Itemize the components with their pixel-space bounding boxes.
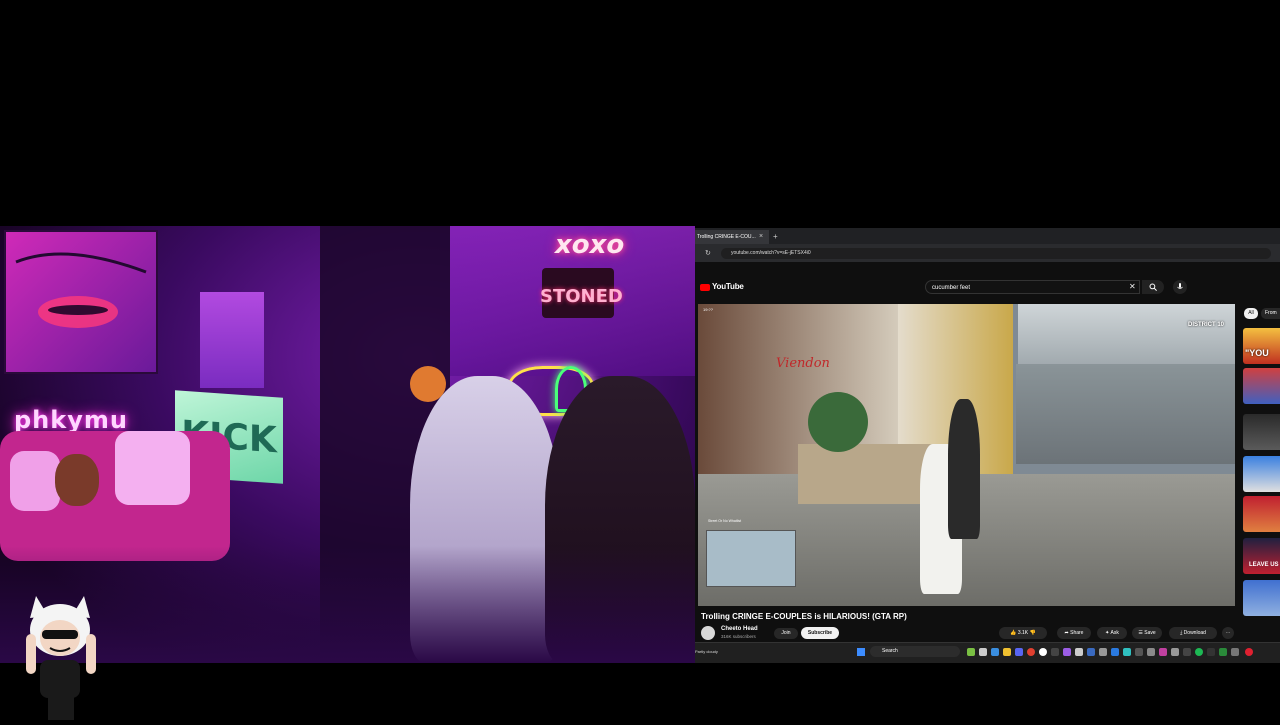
taskbar-app-icon[interactable] — [1207, 648, 1215, 656]
new-tab-button[interactable]: + — [773, 230, 778, 244]
taskbar-app-icon[interactable] — [967, 648, 975, 656]
tab-close-icon[interactable]: × — [759, 230, 763, 244]
screen-share: Trolling CRINGE E-COU... × + ↻ youtube.c… — [695, 228, 1280, 663]
taskbar-app-icon[interactable] — [1111, 648, 1119, 656]
chrome-icon[interactable] — [1027, 648, 1035, 656]
channel-avatar[interactable] — [701, 626, 715, 640]
like-dislike-control[interactable]: 👍 3.1K 👎 — [999, 627, 1047, 639]
video-district-label: DISTRICT 10 — [1188, 322, 1225, 328]
taskbar-app-icon[interactable] — [1231, 648, 1239, 656]
recommended-thumbnail[interactable]: "YOU — [1243, 328, 1280, 364]
neon-sign-stoned: STONED — [540, 286, 623, 307]
search-icon — [1149, 283, 1157, 291]
taskbar-app-icon[interactable] — [1075, 648, 1083, 656]
wall-canvas — [200, 292, 264, 388]
share-label: Share — [1070, 630, 1084, 636]
lips-mural — [15, 252, 147, 328]
video-title: Trolling CRINGE E-COUPLES is HILARIOUS! … — [701, 612, 907, 621]
taskbar-app-icon[interactable] — [1099, 648, 1107, 656]
neon-sign-phkymu: phkymu — [14, 406, 128, 434]
subscribe-button[interactable]: Subscribe — [801, 627, 839, 639]
taskbar-app-icon[interactable] — [991, 648, 999, 656]
join-button[interactable]: Join — [774, 628, 798, 639]
wall-art-lips — [4, 230, 158, 374]
ask-button[interactable]: ✦ Ask — [1097, 627, 1127, 639]
video-store-sign: Viendon — [776, 356, 830, 371]
pillow — [10, 451, 60, 511]
address-bar[interactable]: youtube.com/watch?v=sE-jETSX4i0 — [721, 248, 1271, 259]
recommended-thumbnail[interactable] — [1243, 414, 1280, 450]
weather-widget[interactable]: Partly cloudy — [695, 649, 718, 654]
steam-icon[interactable] — [1087, 648, 1095, 656]
video-minimap — [706, 530, 796, 587]
chip-all[interactable]: All — [1244, 308, 1258, 319]
video-character-woman — [948, 399, 980, 539]
avatar-illustration — [26, 596, 96, 720]
taskbar-app-icon[interactable] — [1147, 648, 1155, 656]
microphone-icon — [1177, 283, 1183, 289]
discord-icon[interactable] — [1015, 648, 1023, 656]
taskbar-search[interactable]: Search — [870, 646, 960, 657]
download-label: Download — [1183, 630, 1206, 636]
microphone-button[interactable] — [1173, 280, 1187, 294]
taskbar-app-icon[interactable] — [1039, 648, 1047, 656]
video-player[interactable]: Viendon DISTRICT 10 19:?? Street Or No W… — [698, 304, 1235, 606]
save-label: Save — [1144, 630, 1156, 636]
search-input[interactable]: cucumber feet — [925, 280, 1140, 294]
task-view-icon[interactable] — [979, 648, 987, 656]
refresh-icon[interactable]: ↻ — [705, 248, 711, 259]
video-time-label: 19:?? — [703, 307, 714, 312]
spotify-icon[interactable] — [1195, 648, 1203, 656]
taskbar-app-icon[interactable] — [1123, 648, 1131, 656]
download-icon: ⤓ — [1180, 630, 1183, 636]
recommended-thumbnail[interactable]: LEAVE US — [1243, 538, 1280, 574]
download-button[interactable]: ⤓ Download — [1169, 627, 1217, 639]
ask-label: Ask — [1110, 630, 1119, 636]
recommended-thumbnail[interactable] — [1243, 496, 1280, 532]
chip-from[interactable]: From — [1261, 308, 1280, 319]
youtube-logo-text[interactable]: YouTube — [712, 282, 744, 291]
teddy-bear — [55, 454, 99, 506]
taskbar-app-icon[interactable] — [1135, 648, 1143, 656]
neon-sign-xoxo: xoxo — [555, 230, 625, 260]
sparkle-icon: ✦ — [1105, 630, 1110, 636]
thumbnail-text: LEAVE US — [1249, 562, 1279, 568]
recommended-thumbnail[interactable] — [1243, 580, 1280, 616]
search-button[interactable] — [1142, 280, 1164, 294]
taskbar-app-icon[interactable] — [1051, 648, 1059, 656]
minimap-label: Street Or No Whatlist — [708, 519, 742, 523]
recommended-thumbnail[interactable] — [1243, 368, 1280, 404]
taskbar-app-icon[interactable] — [1159, 648, 1167, 656]
share-button[interactable]: ➦ Share — [1057, 627, 1091, 639]
clear-search-icon[interactable]: ✕ — [1129, 280, 1136, 294]
taskbar-app-icon[interactable] — [1183, 648, 1191, 656]
more-actions-button[interactable]: ⋯ — [1222, 627, 1234, 639]
subscriber-count: 316K subscribers — [721, 634, 756, 639]
thumbnail-text: "YOU — [1245, 348, 1269, 358]
thumbs-down-icon[interactable]: 👎 — [1030, 630, 1036, 636]
thumbs-up-icon[interactable]: 👍 — [1010, 630, 1016, 636]
video-plant — [808, 392, 868, 452]
file-explorer-icon[interactable] — [1003, 648, 1011, 656]
save-playlist-icon: ☰ — [1138, 630, 1143, 636]
browser-tab[interactable]: Trolling CRINGE E-COU... — [695, 230, 769, 244]
taskbar-app-icon[interactable] — [1171, 648, 1179, 656]
recommended-thumbnail[interactable] — [1243, 456, 1280, 492]
channel-name[interactable]: Cheeto Head — [721, 626, 758, 632]
like-count: 3.1K — [1017, 630, 1029, 636]
obs-record-icon[interactable] — [1245, 648, 1253, 656]
taskbar-app-icon[interactable] — [1219, 648, 1227, 656]
taskbar-app-icon[interactable] — [1063, 648, 1071, 656]
windows-start-icon[interactable] — [857, 648, 865, 656]
share-icon: ➦ — [1064, 630, 1069, 636]
youtube-logo-icon[interactable] — [700, 284, 710, 291]
video-distant-city — [1016, 364, 1235, 464]
windows-taskbar — [695, 642, 1280, 663]
save-button[interactable]: ☰ Save — [1132, 627, 1162, 639]
streamer-avatar — [22, 588, 114, 720]
pillow — [115, 431, 190, 505]
browser-tab-bar — [695, 228, 1280, 244]
